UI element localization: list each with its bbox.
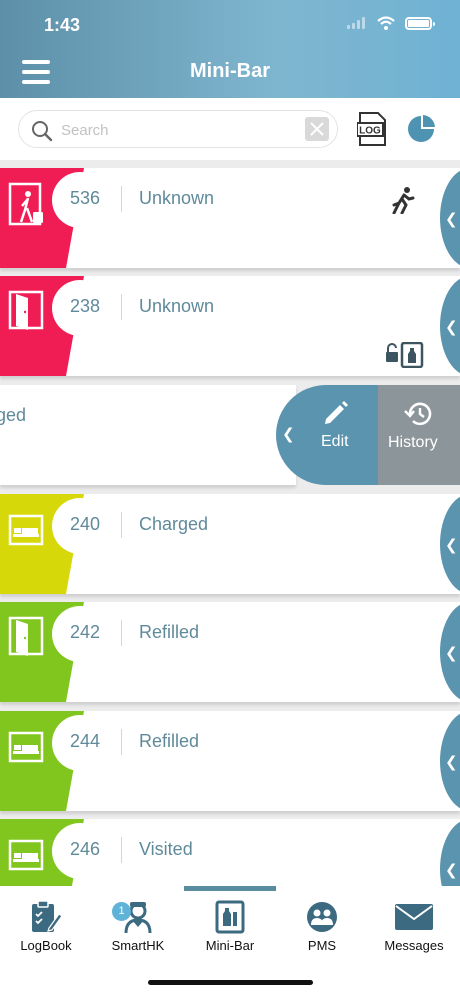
- guest-luggage-icon: [8, 182, 43, 226]
- close-icon: [310, 122, 324, 136]
- history-clock-icon: [404, 402, 432, 426]
- room-row-536[interactable]: 536 Unknown ❮: [0, 168, 460, 268]
- wifi-icon: [377, 16, 395, 30]
- search-box[interactable]: [18, 110, 338, 148]
- log-button[interactable]: LOG: [356, 112, 387, 151]
- clear-search-button[interactable]: [305, 117, 329, 141]
- room-row-242[interactable]: 242 Refilled ❮: [0, 602, 460, 702]
- running-person-icon: [392, 187, 415, 214]
- room-row-238[interactable]: 238 Unknown ❮: [0, 276, 460, 376]
- bed-icon: [8, 839, 44, 871]
- room-row-swiped[interactable]: arged: [0, 385, 296, 485]
- nav-item-minibar[interactable]: Mini-Bar: [184, 900, 276, 953]
- unlocked-minibar-icon: [386, 342, 424, 368]
- divider: [121, 837, 122, 863]
- history-label: History: [388, 434, 438, 451]
- history-button[interactable]: History: [378, 385, 460, 485]
- notification-badge: 1: [112, 902, 131, 921]
- chevron-left-icon: ❮: [445, 862, 458, 879]
- room-status: Charged: [139, 514, 209, 534]
- chevron-left-icon: ❮: [445, 319, 458, 336]
- search-input[interactable]: [61, 119, 301, 141]
- divider: [121, 620, 122, 646]
- logbook-icon: [32, 900, 63, 932]
- divider: [121, 294, 122, 320]
- app-header: 1:43 Mini-Bar: [0, 0, 460, 98]
- room-number: 240: [70, 514, 101, 534]
- room-number: 244: [70, 731, 101, 751]
- divider: [121, 186, 122, 212]
- status-icons: [347, 16, 435, 30]
- status-time: 1:43: [44, 15, 81, 35]
- room-status: arged: [0, 405, 27, 425]
- room-number: 242: [70, 622, 101, 642]
- nav-item-pms[interactable]: PMS: [276, 900, 368, 953]
- nav-label: Mini-Bar: [205, 938, 255, 953]
- room-status: Unknown: [139, 188, 215, 208]
- search-bar: LOG: [0, 98, 460, 160]
- divider: [121, 729, 122, 755]
- nav-label: Messages: [384, 938, 444, 953]
- pencil-icon: [325, 401, 348, 424]
- chevron-left-icon: ❮: [445, 211, 458, 228]
- bed-icon: [8, 514, 44, 546]
- log-label: LOG: [359, 126, 381, 137]
- room-row-240[interactable]: 240 Charged ❮: [0, 494, 460, 594]
- active-tab-indicator: [184, 886, 276, 891]
- people-icon: [307, 902, 337, 932]
- room-status: Visited: [139, 839, 193, 859]
- room-row-244[interactable]: 244 Refilled ❮: [0, 711, 460, 811]
- room-status: Unknown: [139, 296, 215, 316]
- nav-label: LogBook: [20, 938, 72, 953]
- divider: [121, 512, 122, 538]
- statistics-button[interactable]: [406, 114, 436, 149]
- open-door-icon: [8, 616, 44, 656]
- pie-chart-icon: [408, 115, 435, 142]
- nav-item-messages[interactable]: Messages: [368, 900, 460, 953]
- swipe-actions: ❮ Edit History: [276, 385, 460, 485]
- open-door-icon: [8, 290, 44, 330]
- home-indicator: [148, 980, 313, 985]
- chevron-left-icon: ❮: [282, 426, 295, 443]
- chevron-left-icon: ❮: [445, 645, 458, 662]
- envelope-icon: [395, 904, 433, 930]
- chevron-left-icon: ❮: [445, 537, 458, 554]
- room-status: Refilled: [139, 622, 200, 642]
- edit-label: Edit: [321, 433, 349, 450]
- edit-button[interactable]: ❮ Edit: [276, 385, 378, 485]
- room-number: 238: [70, 296, 101, 316]
- search-icon: [32, 121, 53, 142]
- nav-label: PMS: [307, 938, 337, 953]
- signal-icon: [347, 17, 365, 29]
- nav-item-smarthk[interactable]: 1 SmartHK: [92, 900, 184, 953]
- battery-icon: [405, 16, 435, 30]
- chevron-left-icon: ❮: [445, 754, 458, 771]
- page-title: Mini-Bar: [190, 60, 270, 82]
- room-number: 246: [70, 839, 101, 859]
- room-status: Refilled: [139, 731, 200, 751]
- nav-item-logbook[interactable]: LogBook: [0, 900, 92, 953]
- nav-label: SmartHK: [111, 938, 165, 953]
- room-number: 536: [70, 188, 101, 208]
- bed-icon: [8, 731, 44, 763]
- log-file-icon: LOG: [356, 112, 386, 146]
- minibar-icon: [215, 900, 245, 934]
